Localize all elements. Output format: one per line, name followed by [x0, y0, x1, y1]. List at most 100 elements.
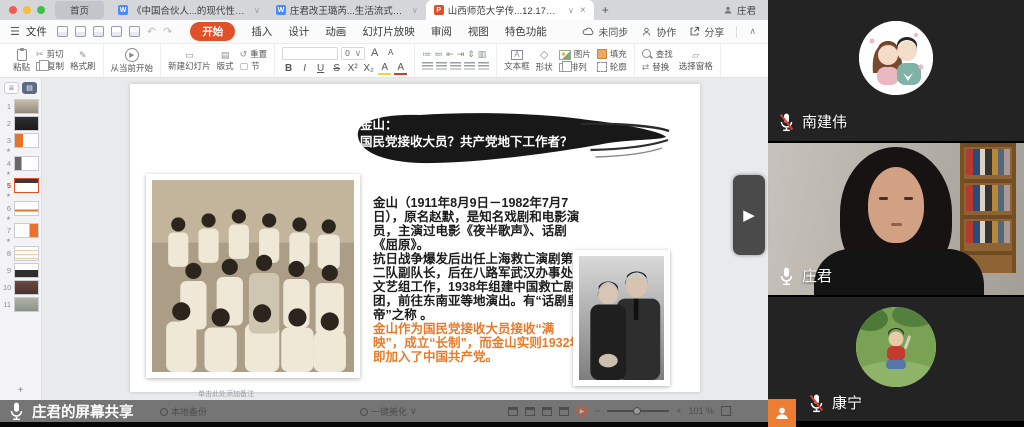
ribbon-tab-review[interactable]: 审阅 — [431, 24, 452, 39]
ribbon-tab-design[interactable]: 设计 — [288, 24, 309, 39]
underline-button[interactable]: U — [314, 64, 327, 74]
distribute-icon[interactable] — [478, 62, 489, 71]
bold-button[interactable]: B — [282, 64, 295, 74]
reset-button[interactable]: ↺重置 — [240, 50, 268, 59]
ribbon-tab-home[interactable]: 开始 — [190, 22, 235, 41]
tab-document-2[interactable]: W 庄君改王璐芮...生活流式表达 ∨ — [268, 0, 426, 20]
italic-button[interactable]: I — [298, 64, 311, 74]
zoom-out-icon[interactable]: − — [595, 406, 600, 416]
normal-view-icon[interactable] — [508, 407, 518, 416]
increase-font-icon[interactable]: A — [368, 48, 381, 59]
zoom-in-icon[interactable]: + — [676, 406, 681, 416]
fullscreen-icon[interactable] — [721, 406, 731, 416]
print-icon[interactable] — [111, 26, 122, 37]
collapse-panel-button[interactable]: ▶ — [733, 175, 765, 255]
line-spacing-icon[interactable]: ⇕ — [467, 50, 475, 59]
slide-thumbnail-6[interactable]: 6 — [0, 201, 41, 216]
superscript-button[interactable]: X² — [346, 64, 359, 74]
local-backup-status[interactable]: 本地备份 — [160, 405, 207, 418]
export-pdf-icon[interactable] — [93, 26, 104, 37]
notes-placeholder[interactable]: 单击此处添加备注 — [198, 389, 254, 399]
paste-button[interactable]: 粘贴 — [13, 49, 30, 72]
minimize-window-icon[interactable] — [23, 6, 31, 14]
font-size-select[interactable]: 0∨ — [341, 47, 365, 60]
current-slide[interactable]: 金山： 国民党接收大员？共产党地下工作者？ — [130, 84, 700, 392]
sync-status[interactable]: 未同步 — [582, 24, 628, 39]
reading-view-icon[interactable] — [542, 407, 552, 416]
text-box-button[interactable]: A 文本框 — [504, 50, 530, 71]
file-menu[interactable]: 文件 — [26, 24, 57, 39]
participant-tile-1[interactable]: 南建伟 — [768, 0, 1024, 141]
numbering-icon[interactable]: ≕ — [434, 50, 443, 59]
slide-thumbnail-4[interactable]: 4 — [0, 156, 41, 171]
slide-thumbnail-11[interactable]: 11 — [0, 297, 41, 312]
hamburger-menu-icon[interactable]: ☰ — [0, 25, 26, 38]
ribbon-tab-animation[interactable]: 动画 — [325, 24, 346, 39]
add-slide-button[interactable]: + — [0, 385, 41, 396]
slide-view-icon[interactable]: ▤ — [22, 82, 37, 94]
replace-button[interactable]: ⇄替换 — [642, 63, 673, 72]
align-left-icon[interactable] — [422, 62, 433, 71]
font-name-select[interactable] — [282, 47, 338, 60]
chevron-down-icon[interactable]: ∨ — [254, 6, 260, 15]
subscript-button[interactable]: X₂ — [362, 64, 375, 74]
cut-button[interactable]: ✂剪切 — [36, 50, 64, 59]
layout-button[interactable]: ▤ 版式 — [217, 51, 234, 71]
slide-thumbnail-3[interactable]: 3 — [0, 133, 41, 148]
zoom-level[interactable]: 101 % — [689, 406, 715, 416]
slide-thumbnail-2[interactable]: 2 — [0, 116, 41, 131]
tab-document-1[interactable]: W 《中国合伙人...的现代性映寓 ∨ — [110, 0, 268, 20]
ribbon-tab-features[interactable]: 特色功能 — [505, 24, 547, 39]
slide-thumbnail-8[interactable]: 8 — [0, 246, 41, 261]
strikethrough-button[interactable]: S — [330, 64, 343, 74]
collaborate-button[interactable]: 协作 — [640, 24, 676, 39]
decrease-indent-icon[interactable]: ⇤ — [446, 50, 454, 59]
bullets-icon[interactable]: ≔ — [422, 50, 431, 59]
fill-button[interactable]: 填充 — [597, 49, 627, 59]
beautify-button[interactable]: 一键美化∨ — [360, 405, 417, 418]
slide-sorter-icon[interactable] — [525, 407, 535, 416]
decrease-font-icon[interactable]: A — [384, 49, 397, 57]
selection-pane-button[interactable]: ▱ 选择窗格 — [679, 51, 713, 71]
slide-thumbnail-7[interactable]: 7 — [0, 223, 41, 238]
open-icon[interactable] — [57, 26, 68, 37]
columns-icon[interactable]: ▥ — [478, 50, 487, 59]
slide-thumbnail-9[interactable]: 9 — [0, 263, 41, 278]
account-chip[interactable]: 庄君 — [723, 3, 768, 17]
copy-button[interactable]: 复制 — [36, 62, 64, 71]
play-from-current-button[interactable]: ▶ 从当前开始 — [111, 48, 154, 73]
notes-view-icon[interactable] — [559, 407, 569, 416]
participants-badge[interactable] — [768, 399, 796, 427]
redo-icon[interactable]: ↷ — [163, 25, 172, 38]
ribbon-tab-view[interactable]: 视图 — [468, 24, 489, 39]
new-tab-button[interactable]: + — [594, 3, 617, 17]
justify-icon[interactable] — [464, 62, 475, 71]
slide-thumbnail-10[interactable]: 10 — [0, 280, 41, 295]
arrange-button[interactable]: 排列 — [559, 63, 591, 72]
section-button[interactable]: ▢节 — [240, 62, 268, 71]
ribbon-tab-insert[interactable]: 插入 — [251, 24, 272, 39]
ribbon-tab-slideshow[interactable]: 幻灯片放映 — [362, 24, 415, 39]
chevron-down-icon[interactable]: ∨ — [412, 6, 418, 15]
slide-thumbnail-5[interactable]: 5 — [0, 178, 41, 193]
highlight-color-button[interactable]: A — [378, 63, 391, 75]
shapes-button[interactable]: ◇ 形状 — [536, 50, 553, 72]
maximize-window-icon[interactable] — [37, 6, 45, 14]
outline-button[interactable]: 轮廓 — [597, 62, 627, 72]
picture-button[interactable]: 图片 — [559, 50, 591, 60]
slide-thumbnail-1[interactable]: 1 — [0, 99, 41, 114]
close-window-icon[interactable] — [9, 6, 17, 14]
share-button[interactable]: 分享 — [688, 24, 724, 39]
collapse-ribbon-icon[interactable]: ∧ — [749, 26, 756, 37]
align-center-icon[interactable] — [436, 62, 447, 71]
increase-indent-icon[interactable]: ⇥ — [457, 50, 465, 59]
save-icon[interactable] — [75, 26, 86, 37]
find-button[interactable]: 查找 — [642, 49, 673, 60]
tab-presentation-active[interactable]: P 山西师范大学传...12.17庄君 ∨ × — [426, 0, 594, 20]
new-slide-button[interactable]: ▭ 新建幻灯片 — [168, 51, 211, 71]
undo-icon[interactable]: ↶ — [147, 25, 156, 38]
align-right-icon[interactable] — [450, 62, 461, 71]
chevron-down-icon[interactable]: ∨ — [568, 6, 574, 15]
participant-tile-2[interactable]: 庄君 — [768, 143, 1024, 295]
participant-tile-3[interactable]: 康宁 — [768, 297, 1024, 421]
